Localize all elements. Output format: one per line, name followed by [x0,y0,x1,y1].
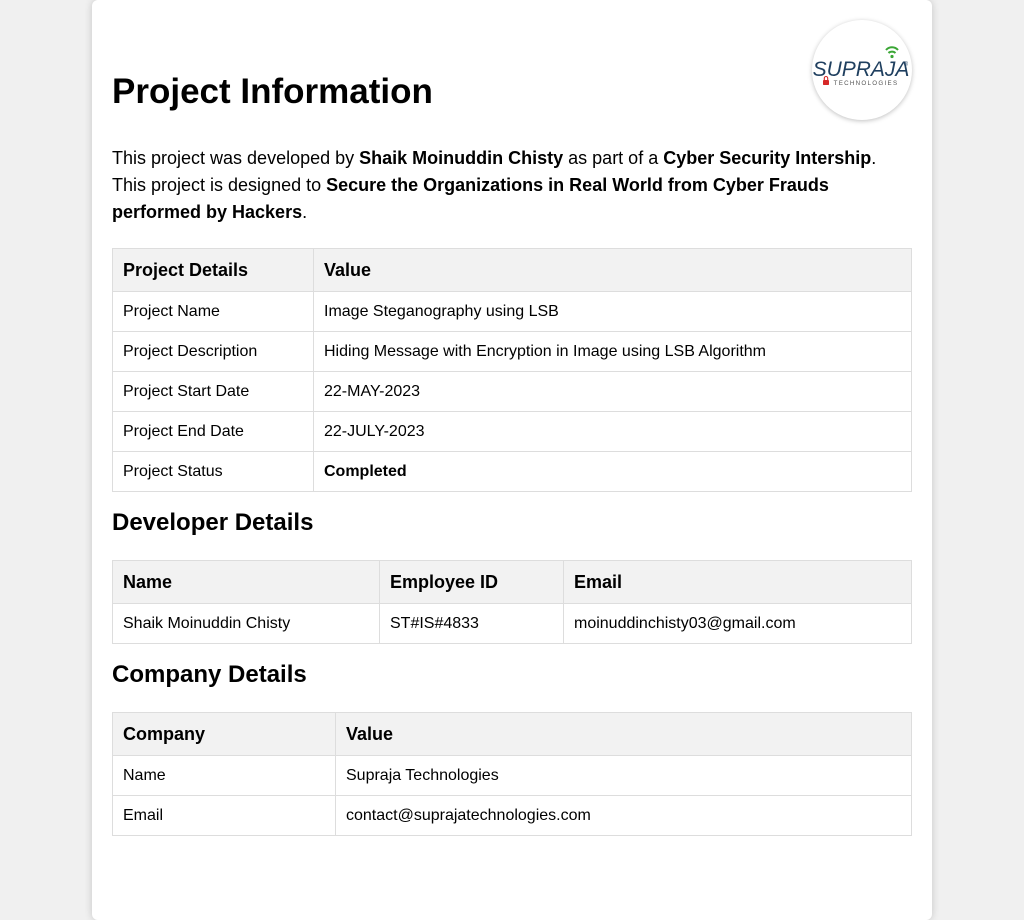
developer-name-cell: Shaik Moinuddin Chisty [112,603,380,644]
table-row: Project Status Completed [112,451,912,492]
logo-registered-mark: ® [904,61,909,68]
table-cell-label: Project Name [112,291,314,332]
intro-developer-name: Shaik Moinuddin Chisty [359,148,564,168]
table-cell-value: 22-MAY-2023 [313,371,912,412]
table-row: Shaik Moinuddin Chisty ST#IS#4833 moinud… [112,603,912,644]
project-info-card: SUPRAJA ® TECHNOLOGIES Project Informati… [92,0,932,920]
page-title: Project Information [112,72,433,111]
table-row: Project Start Date 22-MAY-2023 [112,371,912,412]
developer-details-heading: Developer Details [112,509,314,536]
table-cell-label: Email [112,795,336,836]
table-header-cell: Project Details [112,248,314,292]
table-header-cell: Name [112,560,380,604]
table-row: Project Description Hiding Message with … [112,331,912,372]
employee-id-cell: ST#IS#4833 [379,603,564,644]
table-cell-label: Project Start Date [112,371,314,412]
table-header-cell: Company [112,712,336,756]
company-details-table: Company Value Name Supraja Technologies … [112,712,912,836]
supraja-logo-graphic: SUPRAJA ® TECHNOLOGIES [813,46,909,87]
intro-text-2: as part of a [563,148,664,168]
table-row: Name Supraja Technologies [112,755,912,796]
company-details-heading: Company Details [112,661,307,688]
table-cell-label: Project Description [112,331,314,372]
table-header-row: Project Details Value [112,248,912,292]
table-cell-value: Hiding Message with Encryption in Image … [313,331,912,372]
table-row: Project Name Image Steganography using L… [112,291,912,332]
developer-details-table: Name Employee ID Email Shaik Moinuddin C… [112,560,912,644]
developer-email-cell: moinuddinchisty03@gmail.com [563,603,912,644]
intro-paragraph: This project was developed by Shaik Moin… [112,145,902,226]
table-cell-value: Image Steganography using LSB [313,291,912,332]
table-row: Email contact@suprajatechnologies.com [112,795,912,836]
table-cell-label: Project Status [112,451,314,492]
supraja-logo: SUPRAJA ® TECHNOLOGIES [812,20,912,120]
table-header-cell: Email [563,560,912,604]
table-row: Project End Date 22-JULY-2023 [112,411,912,452]
table-header-cell: Value [313,248,912,292]
project-status-value: Completed [313,451,912,492]
project-details-table: Project Details Value Project Name Image… [112,248,912,492]
intro-text-1: This project was developed by [112,148,360,168]
table-cell-value: 22-JULY-2023 [313,411,912,452]
company-name-cell: Supraja Technologies [335,755,912,796]
table-cell-label: Name [112,755,336,796]
table-header-row: Company Value [112,712,912,756]
table-header-cell: Value [335,712,912,756]
table-header-row: Name Employee ID Email [112,560,912,604]
intro-text-4: . [302,202,308,222]
table-cell-label: Project End Date [112,411,314,452]
table-header-cell: Employee ID [379,560,564,604]
intro-program-name: Cyber Security Intership [663,148,872,168]
logo-tagline: TECHNOLOGIES [834,80,899,87]
company-email-cell: contact@suprajatechnologies.com [335,795,912,836]
